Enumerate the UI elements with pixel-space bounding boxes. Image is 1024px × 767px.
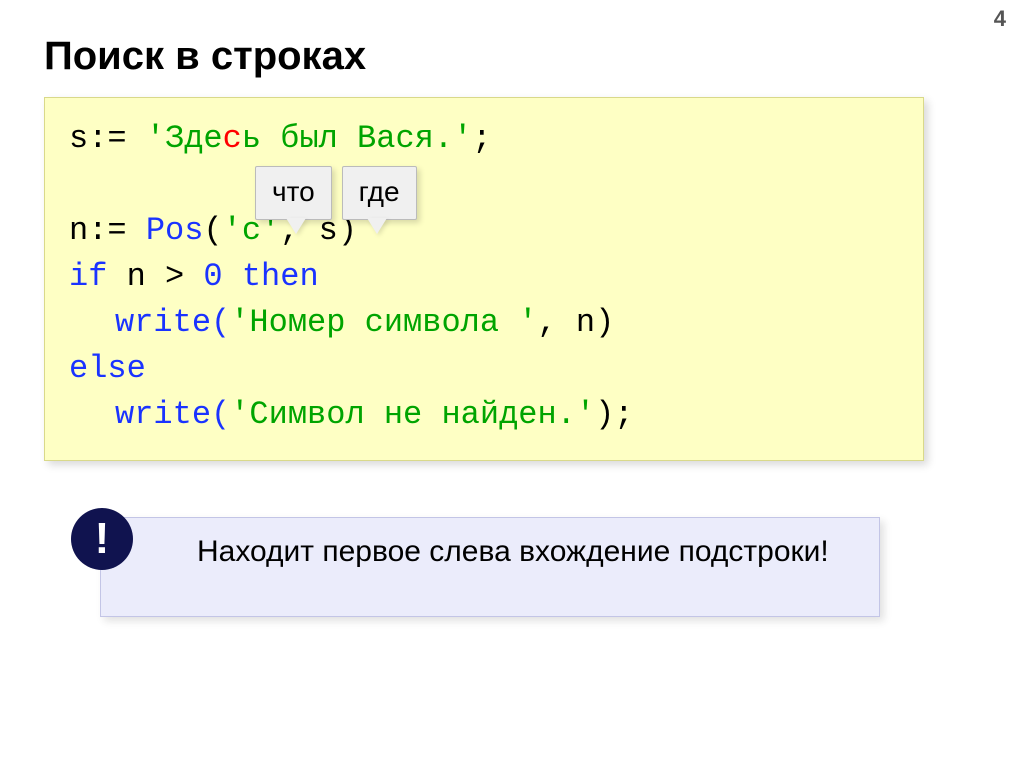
- code-line-3: n:= Pos('с', s): [69, 208, 899, 254]
- exclamation-icon: !: [71, 508, 133, 570]
- code-line-blank: [69, 162, 899, 208]
- code-line-7: write('Символ не найден.');: [69, 392, 899, 438]
- code-line-6: else: [69, 346, 899, 392]
- bubble-what: что: [255, 166, 332, 220]
- code-line-5: write('Номер символа ', n): [69, 300, 899, 346]
- bubble-where: где: [342, 166, 417, 220]
- code-line-4: if n > 0 then: [69, 254, 899, 300]
- info-text: Находит первое слева вхождение подстроки…: [197, 532, 855, 571]
- slide: 4 Поиск в строках s:= 'Здесь был Вася.';…: [0, 0, 1024, 767]
- annotation-bubbles: что где: [255, 166, 417, 220]
- info-callout: ! Находит первое слева вхождение подстро…: [100, 517, 880, 617]
- slide-title: Поиск в строках: [44, 34, 980, 79]
- code-block: s:= 'Здесь был Вася.'; n:= Pos('с', s) i…: [44, 97, 924, 461]
- code-line-1: s:= 'Здесь был Вася.';: [69, 116, 899, 162]
- page-number: 4: [994, 6, 1006, 32]
